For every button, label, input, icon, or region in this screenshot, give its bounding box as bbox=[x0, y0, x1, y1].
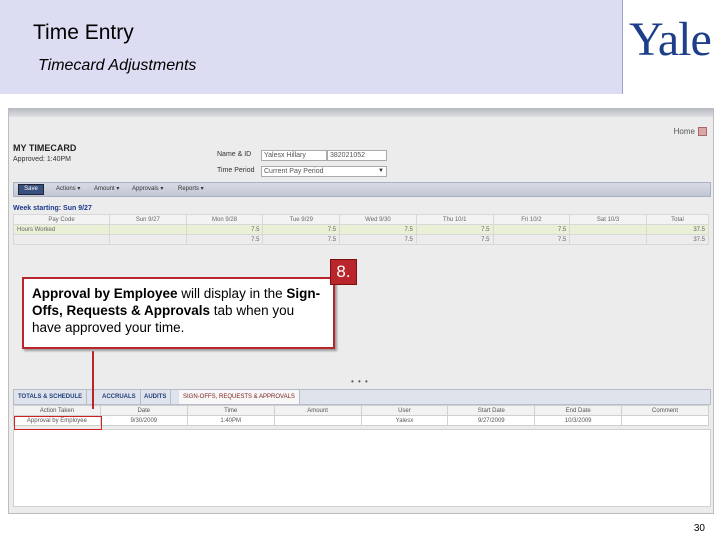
splitter-handle[interactable]: • • • bbox=[351, 377, 369, 386]
amount-menu[interactable]: Amount ▾ bbox=[94, 185, 119, 192]
grid-header: Fri 10/2 bbox=[492, 214, 571, 225]
hours-cell: 7.5 bbox=[339, 234, 417, 245]
hours-cell[interactable]: 7.5 bbox=[185, 224, 264, 235]
grid-header-row: Pay Code Sun 9/27 Mon 9/28 Tue 9/29 Wed … bbox=[13, 214, 709, 225]
pay-code-cell[interactable]: Hours Worked bbox=[13, 224, 110, 235]
hours-cell: 7.5 bbox=[415, 234, 494, 245]
slide-title: Time Entry bbox=[33, 21, 134, 44]
hours-cell[interactable]: 7.5 bbox=[415, 224, 494, 235]
grid-header: Mon 9/28 bbox=[185, 214, 264, 225]
grid-header: Tue 9/29 bbox=[262, 214, 341, 225]
approvals-header-row: Action Taken Date Time Amount User Start… bbox=[13, 405, 709, 416]
home-link-label: Home bbox=[673, 127, 695, 136]
tab-sign-offs-requests-approvals[interactable]: SIGN-OFFS, REQUESTS & APPROVALS bbox=[179, 390, 300, 404]
comment-cell bbox=[621, 415, 709, 426]
hours-cell[interactable]: 7.5 bbox=[339, 224, 417, 235]
callout-connector bbox=[92, 351, 94, 409]
callout-bold-1: Approval by Employee bbox=[32, 286, 178, 301]
hours-cell[interactable] bbox=[569, 224, 647, 235]
name-label: Name & ID bbox=[217, 151, 252, 158]
end-date-cell: 10/3/2009 bbox=[534, 415, 623, 426]
actions-menu[interactable]: Actions ▾ bbox=[56, 185, 80, 192]
slide-subtitle: Timecard Adjustments bbox=[38, 57, 197, 74]
save-button[interactable]: Save bbox=[18, 184, 44, 195]
amount-cell bbox=[273, 415, 362, 426]
tab-accruals[interactable]: ACCRUALS bbox=[98, 390, 141, 404]
column-header: Action Taken bbox=[13, 405, 101, 416]
slide-header: Time Entry Timecard Adjustments Yale bbox=[0, 0, 720, 94]
time-period-value: Current Pay Period bbox=[264, 168, 324, 175]
pay-code-cell bbox=[13, 234, 110, 245]
page-number: 30 bbox=[693, 523, 705, 534]
callout-box: Approval by Employee will display in the… bbox=[22, 277, 335, 349]
date-cell: 9/30/2009 bbox=[99, 415, 188, 426]
grid-header: Total bbox=[646, 214, 709, 225]
column-header: User bbox=[360, 405, 449, 416]
approvals-menu[interactable]: Approvals ▾ bbox=[132, 185, 163, 192]
column-header: Start Date bbox=[447, 405, 536, 416]
column-header: End Date bbox=[534, 405, 623, 416]
column-header: Time bbox=[186, 405, 275, 416]
table-row[interactable]: Hours Worked 7.5 7.5 7.5 7.5 7.5 37.5 bbox=[13, 224, 709, 235]
id-field[interactable]: 382021052 bbox=[327, 150, 387, 161]
start-date-cell: 9/27/2009 bbox=[447, 415, 536, 426]
total-cell: 37.5 bbox=[646, 234, 709, 245]
browser-strip bbox=[9, 109, 713, 117]
grid-header: Wed 9/30 bbox=[339, 214, 417, 225]
column-header: Comment bbox=[621, 405, 709, 416]
approvals-empty-area bbox=[13, 429, 711, 507]
approved-status: Approved: 1:40PM bbox=[13, 156, 71, 163]
highlight-box bbox=[14, 416, 102, 430]
table-row: 7.5 7.5 7.5 7.5 7.5 37.5 bbox=[13, 234, 709, 245]
column-header: Date bbox=[99, 405, 188, 416]
hours-cell bbox=[109, 234, 187, 245]
hours-cell: 7.5 bbox=[492, 234, 571, 245]
reports-menu[interactable]: Reports ▾ bbox=[178, 185, 204, 192]
week-label: Week starting: Sun 9/27 bbox=[13, 205, 92, 212]
hours-cell: 7.5 bbox=[262, 234, 341, 245]
chevron-down-icon: ▼ bbox=[378, 168, 384, 174]
grid-header: Sun 9/27 bbox=[109, 214, 187, 225]
total-cell: 37.5 bbox=[646, 224, 709, 235]
timecard-grid: Pay Code Sun 9/27 Mon 9/28 Tue 9/29 Wed … bbox=[13, 214, 709, 245]
hours-cell[interactable]: 7.5 bbox=[492, 224, 571, 235]
approvals-table: Action Taken Date Time Amount User Start… bbox=[13, 405, 709, 426]
callout-text-1: will display in the bbox=[177, 286, 287, 301]
tab-audits[interactable]: AUDITS bbox=[140, 390, 172, 404]
home-link[interactable]: Home bbox=[673, 127, 707, 137]
home-icon bbox=[698, 127, 707, 137]
grid-header: Sat 10/3 bbox=[569, 214, 647, 225]
tab-totals-schedule[interactable]: TOTALS & SCHEDULE bbox=[14, 390, 88, 404]
time-period-label: Time Period bbox=[217, 167, 255, 174]
detail-tabs: TOTALS & SCHEDULE ACCRUALS AUDITS SIGN-O… bbox=[13, 389, 711, 405]
user-cell: Yalesx bbox=[360, 415, 449, 426]
timecard-toolbar: Save Actions ▾ Amount ▾ Approvals ▾ Repo… bbox=[13, 182, 711, 197]
yale-logo: Yale bbox=[622, 0, 720, 94]
grid-header: Pay Code bbox=[13, 214, 110, 225]
column-header: Amount bbox=[273, 405, 362, 416]
name-field[interactable]: Yalesx Hillary bbox=[261, 150, 327, 161]
step-number-badge: 8. bbox=[330, 259, 357, 285]
section-title: MY TIMECARD bbox=[13, 143, 77, 153]
hours-cell bbox=[569, 234, 647, 245]
logo-text: Yale bbox=[629, 13, 712, 66]
time-period-select[interactable]: Current Pay Period ▼ bbox=[261, 166, 387, 177]
hours-cell[interactable] bbox=[109, 224, 187, 235]
table-row[interactable]: Approval by Employee 9/30/2009 1:40PM Ya… bbox=[13, 415, 709, 426]
time-cell: 1:40PM bbox=[186, 415, 275, 426]
hours-cell: 7.5 bbox=[185, 234, 264, 245]
grid-header: Thu 10/1 bbox=[415, 214, 494, 225]
hours-cell[interactable]: 7.5 bbox=[262, 224, 341, 235]
